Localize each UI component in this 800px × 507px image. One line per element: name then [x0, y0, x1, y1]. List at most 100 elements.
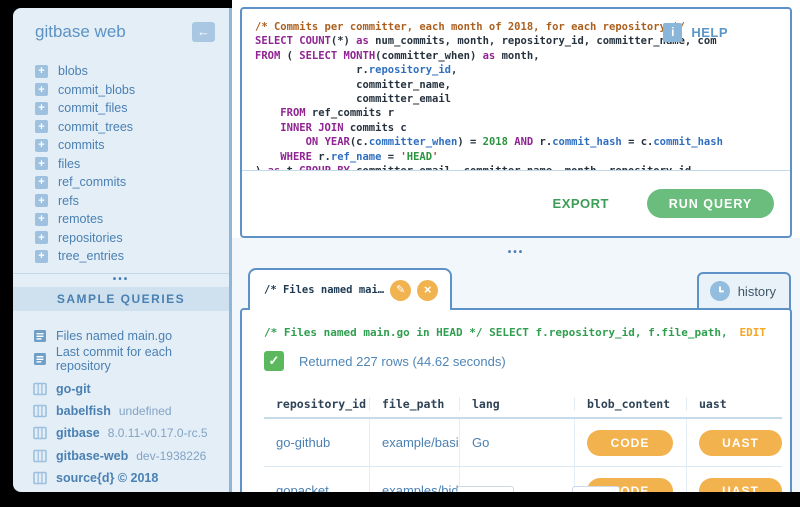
table-name: refs	[58, 194, 79, 208]
sidebar-table-item[interactable]: + repositories	[13, 229, 229, 248]
code-line: FROM ref_commits r	[255, 106, 790, 120]
code-line: WHERE r.ref_name = 'HEAD'	[255, 150, 790, 164]
sidebar-table-item[interactable]: + refs	[13, 192, 229, 211]
expand-plus-icon[interactable]: +	[35, 120, 48, 133]
sample-query-item[interactable]: Last commit for each repository	[13, 348, 229, 371]
editor-footer: EXPORT RUN QUERY	[242, 170, 790, 236]
sidebar-table-item[interactable]: + ref_commits	[13, 173, 229, 192]
component-name: babelfish	[56, 404, 111, 418]
component-version: 8.0.11-v0.17.0-rc.5	[108, 426, 208, 440]
tab-label: /* Files named mai…	[264, 284, 384, 296]
column-header[interactable]: lang	[459, 397, 574, 411]
pagination-control-partial[interactable]	[572, 486, 620, 492]
code-line: committer_name,	[255, 78, 790, 92]
cell-uast: UAST	[686, 467, 782, 492]
results-panel: /* Files named main.go in HEAD */ SELECT…	[240, 308, 792, 492]
sidebar-table-item[interactable]: + commit_blobs	[13, 81, 229, 100]
table-name: blobs	[58, 64, 88, 78]
code-line: ON YEAR(c.committer_when) = 2018 AND r.c…	[255, 135, 790, 149]
component-name: source{d} © 2018	[56, 471, 158, 485]
help-button[interactable]: i HELP	[663, 23, 728, 42]
code-line: committer_email	[255, 92, 790, 106]
edit-query-button[interactable]: EDIT	[740, 326, 767, 339]
column-header[interactable]: repository_id	[264, 397, 369, 411]
sidebar-table-item[interactable]: + commits	[13, 136, 229, 155]
uast-button[interactable]: UAST	[699, 430, 782, 456]
check-icon: ✓	[269, 353, 280, 368]
sidebar: gitbase web ← + blobs + commit_blobs +	[13, 8, 232, 492]
table-name: commit_trees	[58, 120, 133, 134]
status-row: ✓ Returned 227 rows (44.62 seconds)	[264, 351, 790, 371]
component-name: go-git	[56, 382, 91, 396]
sidebar-collapse-button[interactable]: ←	[192, 22, 215, 42]
expand-plus-icon[interactable]: +	[35, 102, 48, 115]
query-summary-row: /* Files named main.go in HEAD */ SELECT…	[264, 326, 766, 339]
gitbase-web-app: gitbase web ← + blobs + commit_blobs +	[13, 0, 800, 492]
code-line: FROM ( SELECT MONTH(committer_when) as m…	[255, 49, 790, 63]
expand-plus-icon[interactable]: +	[35, 139, 48, 152]
version-list: go-git babelfish undefined	[13, 378, 229, 489]
component-version: dev-1938226	[136, 449, 206, 463]
column-header[interactable]: uast	[686, 397, 782, 411]
expand-plus-icon[interactable]: +	[35, 213, 48, 226]
sidebar-table-item[interactable]: + files	[13, 155, 229, 174]
code-line: INNER JOIN commits c	[255, 121, 790, 135]
component-name: gitbase	[56, 426, 100, 440]
expand-plus-icon[interactable]: +	[35, 250, 48, 263]
sample-query-label: Files named main.go	[56, 329, 172, 343]
sidebar-table-item[interactable]: + blobs	[13, 62, 229, 81]
uast-button[interactable]: UAST	[699, 478, 782, 493]
version-item: babelfish undefined	[13, 400, 229, 422]
cell-file-path: example/basicau…	[369, 419, 459, 466]
table-name: ref_commits	[58, 175, 126, 189]
code-button[interactable]: CODE	[587, 430, 673, 456]
run-query-button[interactable]: RUN QUERY	[647, 189, 774, 218]
cell-repository-id: gopacket	[264, 467, 369, 492]
table-header-row: repository_id file_path lang blob_conten…	[264, 391, 782, 419]
table-name: commit_files	[58, 101, 127, 115]
table-name: remotes	[58, 212, 103, 226]
table-body: go-github example/basicau… Go CODE UAST	[264, 419, 782, 492]
sample-queries-header: SAMPLE QUERIES	[13, 287, 229, 311]
sidebar-table-item[interactable]: + tree_entries	[13, 247, 229, 266]
version-item: source{d} © 2018	[13, 467, 229, 489]
expand-plus-icon[interactable]: +	[35, 194, 48, 207]
drag-dots-icon: •••	[113, 277, 130, 283]
edit-tab-button[interactable]: ✎	[390, 280, 411, 301]
tab-history[interactable]: history	[697, 272, 791, 310]
success-checkbox[interactable]: ✓	[264, 351, 284, 371]
sidebar-table-item[interactable]: + commit_files	[13, 99, 229, 118]
column-header[interactable]: blob_content	[574, 397, 686, 411]
book-icon	[33, 382, 47, 396]
table-list: + blobs + commit_blobs + commit_files + …	[13, 62, 229, 266]
tab-files-named-main[interactable]: /* Files named mai… ✎ ×	[248, 268, 452, 310]
document-icon	[33, 352, 47, 366]
info-icon: i	[663, 23, 682, 42]
cell-lang: Go	[459, 419, 574, 466]
sidebar-table-item[interactable]: + remotes	[13, 210, 229, 229]
table-name: repositories	[58, 231, 123, 245]
sidebar-splitter-handle[interactable]: •••	[13, 273, 229, 287]
sample-query-list: Files named main.go Last commit for each…	[13, 325, 229, 371]
expand-plus-icon[interactable]: +	[35, 231, 48, 244]
help-label: HELP	[691, 25, 728, 40]
query-summary: /* Files named main.go in HEAD */ SELECT…	[264, 326, 728, 339]
history-label: history	[738, 284, 776, 299]
book-icon	[33, 426, 47, 440]
export-button[interactable]: EXPORT	[553, 196, 609, 211]
pagination-control-partial[interactable]	[457, 486, 514, 492]
cell-uast: UAST	[686, 419, 782, 466]
sidebar-table-item[interactable]: + commit_trees	[13, 118, 229, 137]
expand-plus-icon[interactable]: +	[35, 65, 48, 78]
expand-plus-icon[interactable]: +	[35, 176, 48, 189]
main-splitter-handle[interactable]: •••	[232, 238, 800, 268]
expand-plus-icon[interactable]: +	[35, 83, 48, 96]
book-icon	[33, 404, 47, 418]
drag-dots-icon: •••	[508, 250, 525, 256]
sidebar-header: gitbase web ←	[13, 8, 229, 42]
results-table: repository_id file_path lang blob_conten…	[264, 391, 782, 492]
expand-plus-icon[interactable]: +	[35, 157, 48, 170]
column-header[interactable]: file_path	[369, 397, 459, 411]
close-tab-button[interactable]: ×	[417, 280, 438, 301]
app-title: gitbase web	[35, 22, 126, 42]
